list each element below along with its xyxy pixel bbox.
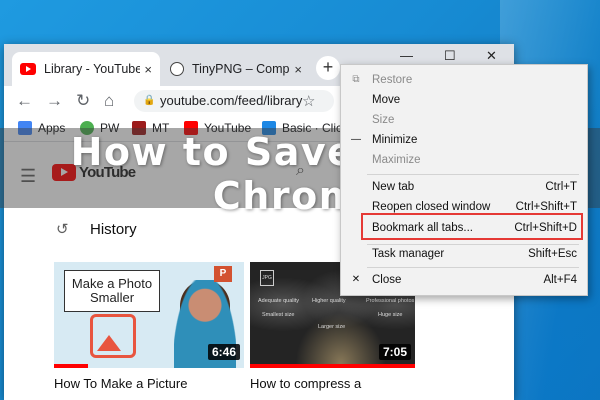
window-maximize-button[interactable]: ☐ (444, 48, 456, 64)
tab-title: TinyPNG – Compress (192, 62, 290, 76)
menu-separator (367, 174, 579, 175)
youtube-favicon-icon (20, 63, 36, 75)
jpg-file-icon: JPG (260, 270, 274, 286)
close-icon: ✕ (351, 274, 361, 285)
new-tab-button[interactable]: + (316, 56, 340, 80)
thumbnail-label: Professional photos (366, 298, 415, 304)
menu-item-restore[interactable]: ⧉ Restore (341, 69, 587, 91)
menu-item-new-tab[interactable]: New tab Ctrl+T (341, 176, 587, 198)
tab-library-youtube[interactable]: Library - YouTube × (12, 52, 160, 86)
back-arrow-icon[interactable]: ← (16, 91, 33, 111)
menu-item-minimize[interactable]: — Minimize (341, 129, 587, 151)
menu-item-shortcut: Alt+F4 (543, 274, 577, 286)
forward-arrow-icon[interactable]: → (46, 91, 63, 111)
thumbnail-label: Larger size (318, 324, 346, 330)
url-text: youtube.com/feed/library (160, 93, 303, 108)
menu-item-label: Maximize (372, 154, 421, 166)
menu-item-label: Size (372, 114, 395, 126)
tab-close-icon[interactable]: × (294, 62, 302, 77)
menu-separator (367, 267, 579, 268)
menu-item-close[interactable]: ✕ Close Alt+F4 (341, 269, 587, 291)
video-thumbnail[interactable]: Make a Photo Smaller P 6:46 (54, 262, 244, 368)
tab-title: Library - YouTube (44, 62, 141, 76)
video-title[interactable]: How to compress a (250, 376, 361, 391)
window-minimize-button[interactable]: — (400, 48, 413, 63)
watch-progress-bar (250, 364, 415, 368)
menu-item-label: Close (372, 274, 402, 286)
picture-icon (90, 314, 136, 358)
home-icon[interactable]: ⌂ (104, 91, 114, 111)
menu-item-move[interactable]: Move (341, 89, 587, 111)
menu-item-task-manager[interactable]: Task manager Shift+Esc (341, 243, 587, 265)
watch-progress-bar (54, 364, 89, 368)
powerpoint-icon: P (214, 266, 232, 282)
menu-item-label: New tab (372, 181, 415, 193)
thumbnail-card-text: Make a Photo Smaller (64, 270, 160, 312)
menu-item-label: Restore (372, 74, 413, 86)
menu-item-label: Move (372, 94, 401, 106)
menu-item-shortcut: Ctrl+T (545, 181, 577, 193)
video-title[interactable]: How To Make a Picture (54, 376, 187, 391)
tab-close-icon[interactable]: × (144, 62, 152, 77)
panda-favicon-icon (170, 62, 184, 76)
window-close-button[interactable]: ✕ (486, 48, 497, 64)
menu-item-maximize[interactable]: Maximize (341, 149, 587, 171)
thumbnail-label: Smallest size (262, 312, 295, 318)
highlight-box (361, 213, 583, 240)
thumbnail-label: Adequate quality (258, 298, 299, 304)
thumbnail-label: Huge size (378, 312, 403, 318)
reload-icon[interactable]: ↻ (76, 91, 90, 111)
minimize-icon: — (351, 134, 361, 145)
bookmark-star-icon[interactable]: ☆ (302, 92, 315, 110)
menu-item-size[interactable]: Size (341, 109, 587, 131)
tab-tinypng[interactable]: TinyPNG – Compress × (162, 52, 310, 86)
menu-item-shortcut: Shift+Esc (528, 248, 577, 260)
restore-icon: ⧉ (352, 74, 360, 85)
history-icon: ↺ (56, 221, 69, 238)
menu-item-label: Task manager (372, 248, 445, 260)
thumbnail-label: Higher quality (312, 298, 346, 304)
menu-item-label: Minimize (372, 134, 418, 146)
section-title: History (90, 221, 137, 238)
lock-icon: 🔒 (143, 95, 156, 106)
system-context-menu: ⧉ Restore Move Size — Minimize Maximize … (340, 64, 588, 296)
video-duration: 7:05 (378, 344, 411, 360)
video-duration: 6:46 (207, 344, 240, 360)
